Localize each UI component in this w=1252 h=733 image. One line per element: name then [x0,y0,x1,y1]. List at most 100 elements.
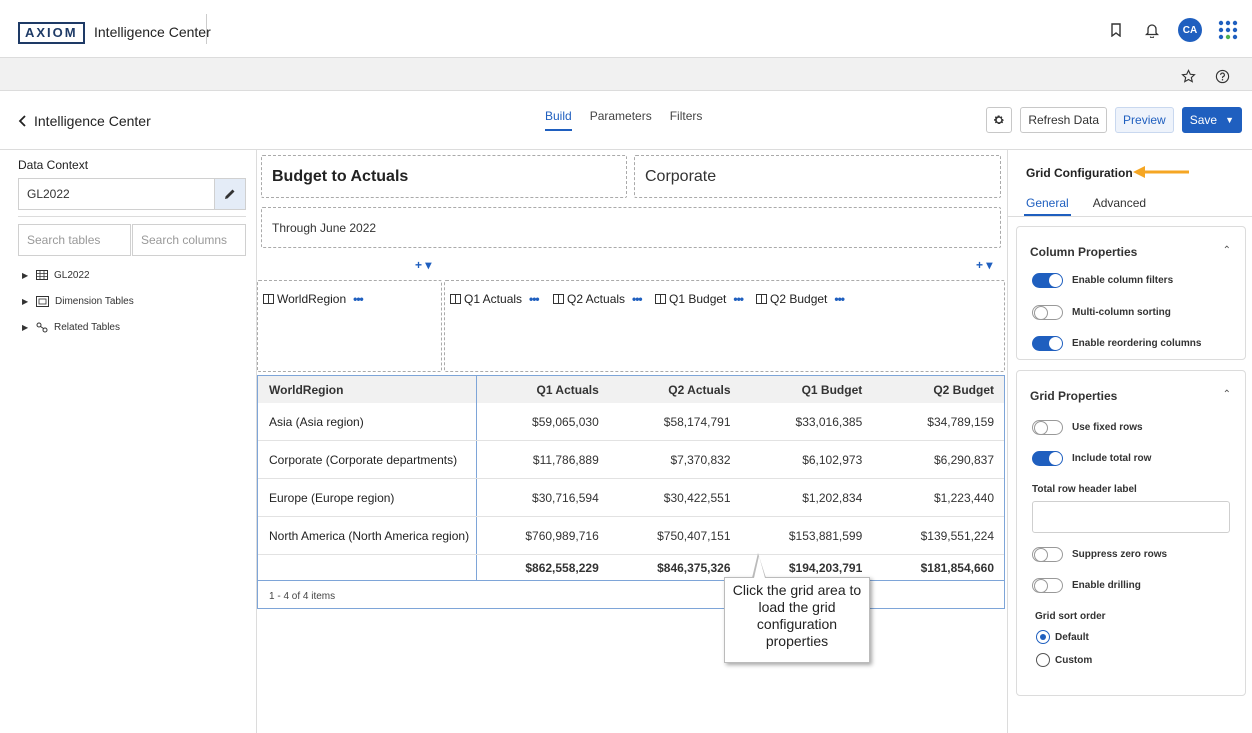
expand-caret-icon[interactable]: ▶ [22,323,30,332]
tree-item-dimension-tables[interactable]: ▶ Dimension Tables [22,288,134,314]
settings-button[interactable] [986,107,1013,133]
app-title: Intelligence Center [94,24,211,40]
toggle-suppress-zero-rows[interactable]: Suppress zero rows [1032,547,1167,562]
table-row[interactable]: Asia (Asia region) $59,065,030 $58,174,7… [258,403,1004,441]
report-title[interactable]: Budget to Actuals [261,155,627,198]
column-chip-q1-budget[interactable]: Q1 Budget ••• [655,292,744,306]
total-row-header-input[interactable] [1032,501,1230,533]
report-canvas: Budget to Actuals Corporate Through June… [257,150,1007,733]
tree-item-gl2022[interactable]: ▶ GL2022 [22,262,134,288]
toggle-switch[interactable] [1032,273,1063,288]
bell-icon[interactable] [1142,20,1162,40]
radio-sort-default[interactable]: Default [1036,630,1089,644]
column-header[interactable]: Q2 Budget [872,376,1004,403]
column-chip-q2-budget[interactable]: Q2 Budget ••• [756,292,845,306]
grid-configuration-panel: Grid Configuration General Advanced Colu… [1007,150,1252,733]
arrow-left-icon [1133,166,1189,178]
table-row[interactable]: North America (North America region) $76… [258,517,1004,555]
search-tables-input[interactable]: Search tables [18,224,131,256]
toggle-include-total-row[interactable]: Include total row [1032,451,1151,466]
edit-context-button[interactable] [214,178,246,210]
callout-pointer-inner [754,556,765,578]
bookmark-icon[interactable] [1106,20,1126,40]
column-header[interactable]: Q1 Budget [741,376,873,403]
report-entity[interactable]: Corporate [634,155,1001,198]
toggle-label: Include total row [1072,453,1152,464]
app-launcher-icon[interactable] [1218,20,1238,40]
toggle-switch[interactable] [1032,420,1063,435]
chevron-up-icon[interactable]: ⌃ [1223,389,1231,400]
tab-filters[interactable]: Filters [670,109,703,131]
search-columns-input[interactable]: Search columns [132,224,246,256]
report-subtitle[interactable]: Through June 2022 [261,207,1001,248]
radio-sort-custom[interactable]: Custom [1036,653,1092,667]
column-icon [756,294,767,304]
table-cell: $862,558,229 [525,560,599,575]
row-chip-worldregion[interactable]: WorldRegion ••• [263,292,364,306]
table-cell: $139,551,224 [920,528,994,543]
data-grid[interactable]: WorldRegion Q1 Actuals Q2 Actuals Q1 Bud… [257,375,1005,609]
back-link[interactable]: Intelligence Center [18,113,151,129]
table-row[interactable]: Corporate (Corporate departments) $11,78… [258,441,1004,479]
toggle-use-fixed-rows[interactable]: Use fixed rows [1032,420,1143,435]
radio-button[interactable] [1036,630,1050,644]
column-chip-q1-actuals[interactable]: Q1 Actuals ••• [450,292,540,306]
toggle-switch[interactable] [1032,336,1063,351]
table-cell: Corporate (Corporate departments) [258,441,477,478]
user-avatar[interactable]: CA [1178,18,1202,42]
toggle-switch[interactable] [1032,578,1063,593]
more-options-icon[interactable]: ••• [834,292,845,306]
add-column-field-button[interactable]: + ▾ [976,258,992,272]
chip-label: Q2 Budget [770,292,828,306]
data-context-field[interactable]: GL2022 [18,178,214,210]
caret-down-icon[interactable]: ▼ [1225,115,1234,125]
column-header[interactable]: WorldRegion [258,376,477,403]
chip-label: Q2 Actuals [567,292,626,306]
table-cell: $30,716,594 [532,490,599,505]
column-chip-q2-actuals[interactable]: Q2 Actuals ••• [553,292,643,306]
tab-general[interactable]: General [1024,192,1071,216]
radio-button[interactable] [1036,653,1050,667]
column-header[interactable]: Q2 Actuals [609,376,741,403]
more-options-icon[interactable]: ••• [632,292,643,306]
column-header[interactable]: Q1 Actuals [477,376,609,403]
expand-caret-icon[interactable]: ▶ [22,297,30,306]
tab-advanced[interactable]: Advanced [1091,192,1148,216]
help-icon[interactable] [1212,66,1232,86]
toggle-switch[interactable] [1032,547,1063,562]
table-row[interactable]: Europe (Europe region) $30,716,594 $30,4… [258,479,1004,517]
help-callout: Click the grid area to load the grid con… [724,577,870,663]
toggle-multi-column-sorting[interactable]: Multi-column sorting [1032,305,1171,320]
column-icon [450,294,461,304]
table-cell: $59,065,030 [532,414,599,429]
chevron-up-icon[interactable]: ⌃ [1223,245,1231,256]
toggle-switch[interactable] [1032,305,1063,320]
refresh-data-button[interactable]: Refresh Data [1020,107,1108,133]
more-options-icon[interactable]: ••• [529,292,540,306]
section-title: Grid Properties [1030,389,1118,403]
toggle-enable-drilling[interactable]: Enable drilling [1032,578,1141,593]
axiom-logo[interactable]: AXIOM [18,22,85,44]
tab-build[interactable]: Build [545,109,572,131]
toggle-enable-column-filters[interactable]: Enable column filters [1032,273,1173,288]
table-cell: $153,881,599 [788,528,863,543]
column-properties-section: Column Properties ⌃ Enable column filter… [1016,226,1246,360]
toggle-label: Multi-column sorting [1072,307,1171,318]
tab-parameters[interactable]: Parameters [590,109,652,131]
save-button[interactable]: Save ▼ [1181,107,1242,133]
tree-item-related-tables[interactable]: ▶ Related Tables [22,314,134,340]
more-options-icon[interactable]: ••• [733,292,744,306]
dimension-table-icon [36,295,49,307]
preview-button[interactable]: Preview [1115,107,1174,133]
expand-caret-icon[interactable]: ▶ [22,271,30,280]
add-row-field-button[interactable]: + ▾ [415,258,431,272]
table-cell [258,555,477,580]
more-options-icon[interactable]: ••• [353,292,364,306]
star-icon[interactable] [1178,66,1198,86]
divider [18,216,246,217]
table-cell: $34,789,159 [927,414,994,429]
toggle-enable-reordering-columns[interactable]: Enable reordering columns [1032,336,1201,351]
table-cell: $6,102,973 [802,452,863,467]
toggle-switch[interactable] [1032,451,1063,466]
data-context-title: Data Context [18,158,89,172]
